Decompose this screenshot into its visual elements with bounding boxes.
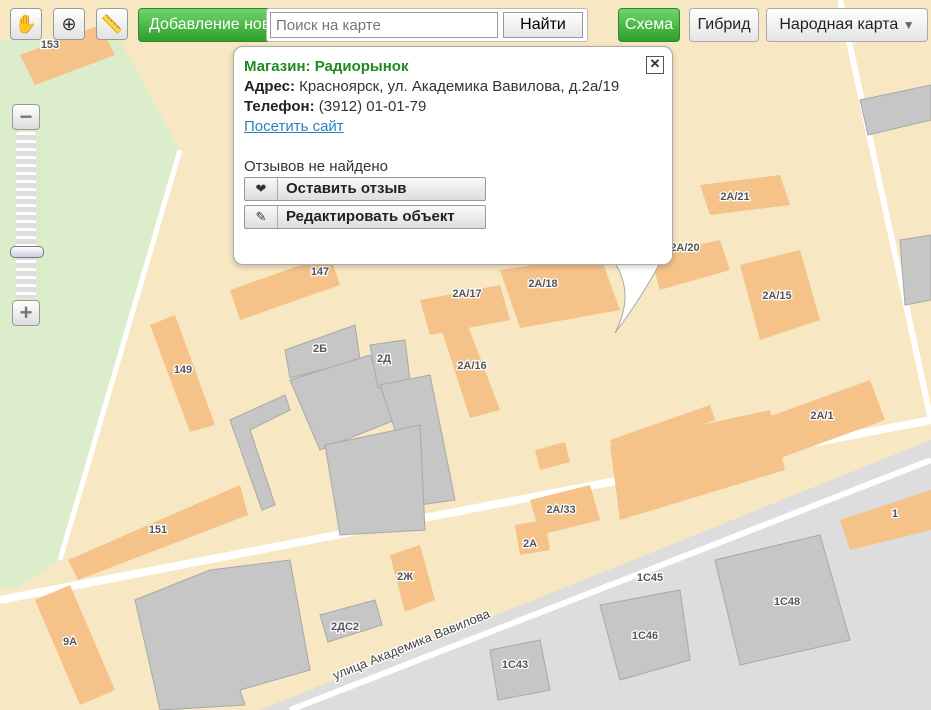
zoom-in-button[interactable]: +: [12, 300, 40, 326]
building-number-label: 2Д: [377, 353, 391, 365]
building-number-label: 2А/20: [670, 242, 699, 254]
ruler-icon[interactable]: 📏: [96, 8, 128, 40]
info-balloon: ✕ Магазин: Радиорынок Адрес: Красноярск,…: [233, 46, 673, 265]
pencil-icon: ✎: [245, 206, 278, 228]
building-number-label: 147: [311, 266, 329, 278]
find-button[interactable]: Найти: [503, 12, 583, 38]
building-number-label: 2А/16: [457, 360, 486, 372]
add-object-button[interactable]: Добавление нового: [138, 8, 278, 42]
zoom-control: − +: [10, 104, 44, 326]
building-number-label: 153: [41, 39, 59, 51]
search-input[interactable]: [270, 12, 498, 38]
zoom-rect-icon[interactable]: ⊕: [53, 8, 85, 40]
building-number-label: 1С48: [774, 596, 800, 608]
building-number-label: 9А: [63, 636, 77, 648]
hand-icon[interactable]: ✋: [10, 8, 42, 40]
visit-site-link[interactable]: Посетить сайт: [244, 117, 662, 137]
address-label: Адрес:: [244, 78, 295, 95]
building-number-label: 151: [149, 524, 167, 536]
close-icon[interactable]: ✕: [646, 56, 664, 74]
balloon-tail: [614, 255, 662, 334]
scheme-button[interactable]: Схема: [618, 8, 680, 42]
building-number-label: 1С43: [502, 659, 528, 671]
building-number-label: 2А/17: [452, 288, 481, 300]
phone-value: (3912) 01-01-79: [318, 98, 427, 115]
balloon-title: Магазин: Радиорынок: [244, 58, 409, 75]
building-number-label: 2Ж: [397, 571, 413, 583]
hybrid-button[interactable]: Гибрид: [689, 8, 759, 42]
reviews-status: Отзывов не найдено: [244, 158, 388, 175]
building-number-label: 1С45: [637, 572, 663, 584]
building-number-label: 2А/33: [546, 504, 575, 516]
address-value: Красноярск, ул. Академика Вавилова, д.2а…: [299, 78, 620, 95]
phone-label: Телефон:: [244, 98, 315, 115]
edit-object-button[interactable]: ✎ Редактировать объект: [244, 205, 486, 229]
people-map-label: Народная карта: [779, 16, 899, 33]
zoom-slider[interactable]: [10, 132, 44, 298]
building-number-label: 2А/15: [762, 290, 791, 302]
chevron-down-icon: ▼: [902, 18, 915, 32]
building-number-label: 2А/21: [720, 191, 749, 203]
building-number-label: 1: [892, 508, 898, 520]
people-map-dropdown[interactable]: Народная карта ▼: [766, 8, 928, 42]
building-number-label: 2А: [523, 538, 537, 550]
building-number-label: 2Б: [313, 343, 327, 355]
building-number-label: 2А/18: [528, 278, 557, 290]
building-number-label: 2А/1: [810, 410, 833, 422]
zoom-slider-thumb[interactable]: [10, 245, 44, 258]
heart-icon: ❤: [245, 178, 278, 200]
leave-review-button[interactable]: ❤ Оставить отзыв: [244, 177, 486, 201]
zoom-out-button[interactable]: −: [12, 104, 40, 130]
building-number-label: 1С46: [632, 630, 658, 642]
building-number-label: 149: [174, 364, 192, 376]
building-number-label: 2ДС2: [331, 621, 359, 633]
search-box: Найти: [266, 8, 588, 42]
